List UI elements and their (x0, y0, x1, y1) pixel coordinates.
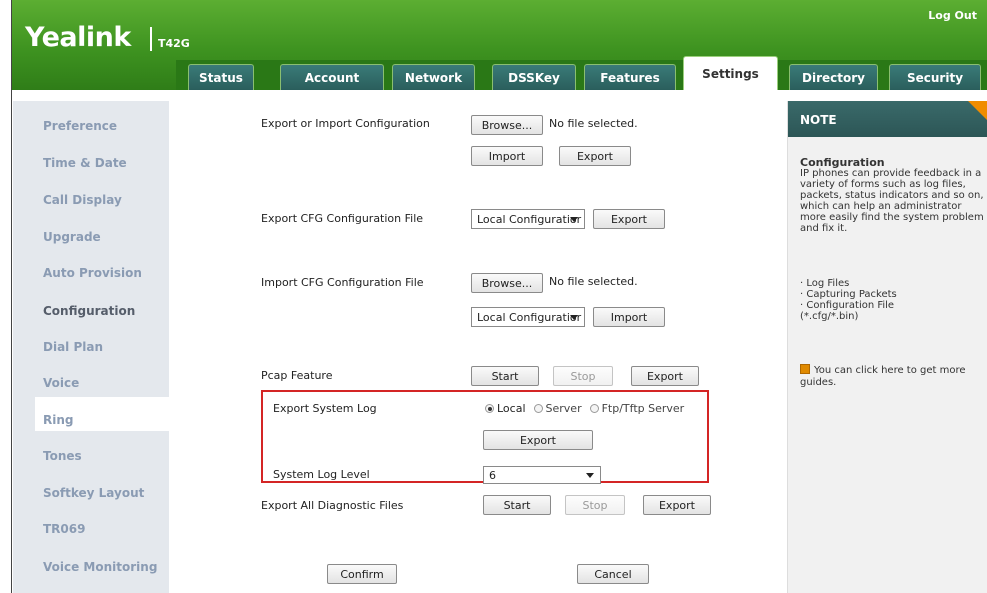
note-heading: Configuration (800, 156, 885, 169)
sidebar-item-tones[interactable]: Tones (43, 449, 82, 463)
import-cfg-select[interactable]: Local Configuratior (471, 307, 585, 327)
note-bullet: · Capturing Packets (800, 289, 897, 300)
diagnostic-export-button[interactable]: Export (643, 495, 711, 515)
radio-server-label: Server (545, 402, 582, 415)
note-panel: NOTE Configuration IP phones can provide… (787, 101, 987, 593)
diagnostic-stop-button[interactable]: Stop (565, 495, 625, 515)
system-log-label: Export System Log (273, 402, 377, 415)
sidebar-item-preference[interactable]: Preference (43, 119, 117, 133)
import-button[interactable]: Import (471, 146, 543, 166)
sidebar-item-call-display[interactable]: Call Display (43, 193, 122, 207)
tab-dsskey[interactable]: DSSKey (492, 64, 576, 90)
cancel-button[interactable]: Cancel (577, 564, 649, 584)
import-cfg-button[interactable]: Import (593, 307, 665, 327)
sidebar-item-tr069[interactable]: TR069 (43, 522, 85, 536)
tab-settings[interactable]: Settings (683, 56, 778, 90)
note-bullets: · Log Files · Capturing Packets · Config… (800, 278, 897, 322)
radio-local-label: Local (497, 402, 526, 415)
browse-button[interactable]: Browse... (471, 115, 543, 135)
pcap-label: Pcap Feature (261, 369, 333, 382)
note-title: NOTE (800, 113, 837, 127)
file-status-text: No file selected. (549, 117, 638, 130)
chevron-down-icon (570, 315, 578, 320)
model-label: T42G (158, 37, 190, 50)
sidebar-item-softkey-layout[interactable]: Softkey Layout (43, 486, 144, 500)
import-cfg-browse-button[interactable]: Browse... (471, 273, 543, 293)
tab-security[interactable]: Security (889, 64, 981, 90)
app-frame: Yealink T42G Log Out Status Account Netw… (11, 0, 987, 593)
sidebar-item-auto-provision[interactable]: Auto Provision (43, 266, 142, 280)
system-log-radio-group: Local Server Ftp/Tftp Server (485, 402, 692, 415)
export-cfg-select[interactable]: Local Configuratior (471, 209, 585, 229)
export-cfg-label: Export CFG Configuration File (261, 212, 424, 225)
radio-server[interactable] (533, 404, 543, 413)
note-bullet: · Configuration File (800, 300, 895, 311)
guide-text: You can click here to get more guides. (800, 365, 966, 388)
export-button[interactable]: Export (559, 146, 631, 166)
logout-link[interactable]: Log Out (928, 9, 977, 22)
tab-directory[interactable]: Directory (789, 64, 878, 90)
radio-ftp-label: Ftp/Tftp Server (601, 402, 685, 415)
guide-link[interactable]: You can click here to get more guides. (800, 364, 984, 389)
chevron-down-icon (586, 473, 594, 478)
radio-local[interactable] (485, 404, 494, 413)
brand-logo: Yealink (25, 22, 131, 53)
log-level-label: System Log Level (273, 468, 370, 481)
log-level-select[interactable]: 6 (483, 466, 601, 484)
pcap-start-button[interactable]: Start (471, 366, 539, 386)
note-description: IP phones can provide feedback in a vari… (800, 168, 984, 234)
log-level-value: 6 (489, 468, 496, 482)
export-cfg-button[interactable]: Export (593, 209, 665, 229)
sidebar-item-voice[interactable]: Voice (43, 376, 79, 390)
sidebar-item-ring[interactable]: Ring (43, 413, 74, 427)
logo-divider (150, 27, 152, 51)
tab-account[interactable]: Account (280, 64, 384, 90)
sidebar: Preference Time & Date Call Display Upgr… (13, 101, 169, 593)
tab-network[interactable]: Network (392, 64, 475, 90)
pcap-export-button[interactable]: Export (631, 366, 699, 386)
pcap-stop-button[interactable]: Stop (553, 366, 613, 386)
note-header: NOTE (788, 101, 987, 137)
export-import-label: Export or Import Configuration (261, 117, 430, 130)
main-content: Export or Import Configuration Browse...… (169, 101, 787, 593)
import-cfg-file-status: No file selected. (549, 275, 638, 288)
note-bullet: · Log Files (800, 278, 850, 289)
sidebar-item-voice-monitoring[interactable]: Voice Monitoring (43, 560, 157, 574)
sidebar-item-upgrade[interactable]: Upgrade (43, 230, 101, 244)
tab-status[interactable]: Status (188, 64, 254, 90)
import-cfg-label: Import CFG Configuration File (261, 276, 424, 289)
diagnostic-start-button[interactable]: Start (483, 495, 551, 515)
import-cfg-select-value: Local Configuratior (477, 310, 582, 324)
sidebar-item-time-date[interactable]: Time & Date (43, 156, 127, 170)
sidebar-item-dial-plan[interactable]: Dial Plan (43, 340, 103, 354)
system-log-export-button[interactable]: Export (483, 430, 593, 450)
confirm-button[interactable]: Confirm (327, 564, 397, 584)
export-cfg-select-value: Local Configuratior (477, 212, 582, 226)
sidebar-item-configuration[interactable]: Configuration (43, 304, 135, 318)
guide-icon (800, 364, 810, 374)
note-body: Configuration IP phones can provide feed… (800, 157, 984, 234)
diagnostic-label: Export All Diagnostic Files (261, 499, 404, 512)
note-bullet-cont: (*.cfg/*.bin) (800, 311, 859, 322)
note-corner-decoration (968, 101, 987, 121)
tab-features[interactable]: Features (584, 64, 676, 90)
chevron-down-icon (570, 217, 578, 222)
radio-ftp-tftp-server[interactable] (589, 404, 599, 413)
